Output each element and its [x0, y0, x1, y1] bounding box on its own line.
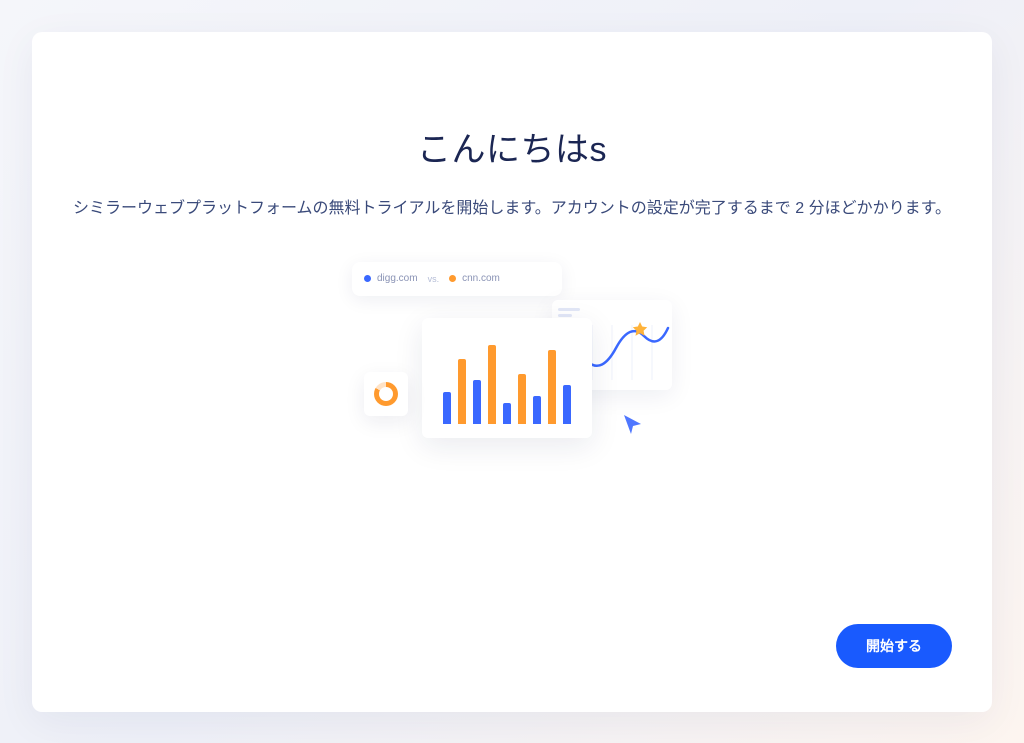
dot-icon: [449, 275, 456, 282]
comparison-pill: digg.com vs. cnn.com: [352, 262, 562, 296]
cursor-icon: [620, 412, 646, 438]
bar: [518, 374, 526, 424]
onboarding-card: こんにちはs シミラーウェブプラットフォームの無料トライアルを開始します。アカウ…: [32, 32, 992, 712]
bar: [563, 385, 571, 424]
site-a-label: digg.com: [377, 273, 418, 284]
donut-chart-card: [364, 372, 408, 416]
bar: [488, 345, 496, 424]
bar: [458, 359, 466, 423]
site-b-label: cnn.com: [462, 273, 500, 284]
bar: [548, 350, 556, 424]
bar: [533, 396, 541, 424]
vs-label: vs.: [428, 274, 440, 284]
bar: [503, 403, 511, 423]
page-subtitle: シミラーウェブプラットフォームの無料トライアルを開始します。アカウントの設定が完…: [73, 195, 951, 222]
bar-chart-card: [422, 318, 592, 438]
start-button[interactable]: 開始する: [836, 624, 952, 668]
hero-illustration: digg.com vs. cnn.com: [352, 262, 672, 452]
page-title: こんにちはs: [417, 122, 607, 171]
dot-icon: [364, 275, 371, 282]
bar: [443, 392, 451, 423]
bar: [473, 380, 481, 424]
donut-icon: [374, 382, 398, 406]
